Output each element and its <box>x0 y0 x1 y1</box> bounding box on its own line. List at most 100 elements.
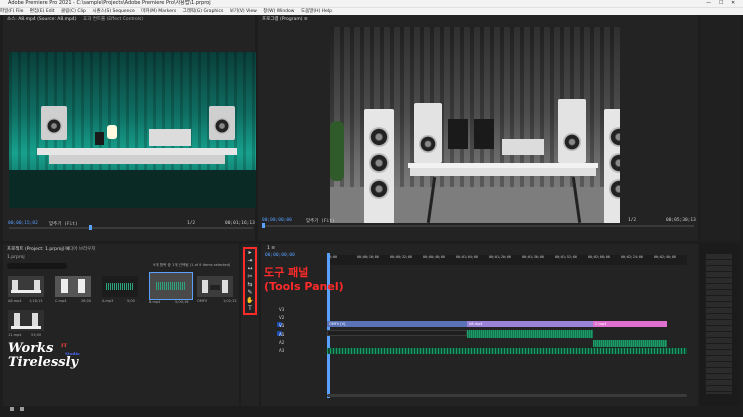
timeline-timecode[interactable]: 00;00;00;00 <box>265 253 295 258</box>
program-page-indicator: 1/2 <box>628 218 637 223</box>
track-label-a3[interactable]: A3 <box>279 348 284 353</box>
source-timecode-current[interactable]: 00;00;15;02 <box>8 221 38 226</box>
program-monitor-tab[interactable]: 프로그램 (Program) ≡ <box>262 16 308 22</box>
project-item-thumbnail[interactable] <box>8 276 44 297</box>
project-item-name: B.mp4 <box>149 300 161 304</box>
menu-markers[interactable]: 마커(M) Markers <box>141 9 176 14</box>
annotation-korean: 도구 패널 <box>264 266 309 279</box>
slip-tool-icon[interactable]: ⇆ <box>246 281 254 288</box>
project-search-input[interactable] <box>7 263 67 269</box>
menu-graphics[interactable]: 그래픽(G) Graphics <box>183 9 224 14</box>
project-item-thumbnail-selected[interactable] <box>149 272 193 300</box>
audio-meter <box>706 254 732 394</box>
track-label-v2[interactable]: V2 <box>279 315 284 320</box>
menu-edit[interactable]: 편집(E) Edit <box>30 9 55 14</box>
right-side-panel <box>700 15 740 241</box>
watermark-logo: Works Tirelessly IT Studio <box>8 342 98 382</box>
watermark-line2: Tirelessly <box>8 355 79 370</box>
menu-sequence[interactable]: 시퀀스(S) Sequence <box>92 9 134 14</box>
timeline-clip[interactable]: OMFV [V] <box>327 321 467 327</box>
window-title: Adobe Premiere Pro 2021 - C:\sample\Proj… <box>8 0 211 6</box>
program-video-frame <box>330 27 620 223</box>
project-item-thumbnail[interactable] <box>8 310 44 331</box>
menu-help[interactable]: 도움말(H) Help <box>301 9 332 14</box>
project-item-thumbnail[interactable] <box>102 276 138 297</box>
program-monitor-panel: 프로그램 (Program) ≡ 00;00;00;00 맞추기 (Fit) 1… <box>258 15 698 262</box>
source-scrub-bar[interactable] <box>9 227 253 229</box>
source-page-indicator: 1/2 <box>187 221 196 226</box>
source-playhead[interactable] <box>89 225 92 230</box>
ruler-label: 00;01;20;00 <box>489 255 511 259</box>
watermark-line1: Works <box>8 341 54 356</box>
program-timecode-current[interactable]: 00;00;00;00 <box>262 218 292 223</box>
project-item-thumbnail[interactable] <box>55 276 91 297</box>
audio-clip-a2-waveform[interactable] <box>593 340 667 347</box>
audio-clip-a1[interactable] <box>327 330 467 336</box>
selection-tool-icon[interactable]: ▸ <box>246 249 254 256</box>
timeline-clip[interactable]: C.mp4 <box>593 321 667 327</box>
program-fit-dropdown[interactable]: 맞추기 (Fit) <box>306 218 335 224</box>
ruler-label: 00;00;32;00 <box>390 255 412 259</box>
minimize-button[interactable]: — <box>706 0 711 7</box>
track-label-v3[interactable]: V3 <box>279 307 284 312</box>
project-item-name: A8.mp4 <box>8 299 22 303</box>
media-browser-tab[interactable]: 미디어 브라우저 <box>65 246 95 252</box>
maximize-button[interactable]: ☐ <box>719 0 723 7</box>
amplifier <box>149 129 191 146</box>
project-tab[interactable]: 프로젝트 (Project: 1.prproj) ≡ <box>7 246 70 252</box>
title-bar: Adobe Premiere Pro 2021 - C:\sample\Proj… <box>0 0 743 7</box>
project-item-name: OMFV <box>197 299 208 303</box>
type-tool-icon[interactable]: T <box>246 305 254 312</box>
watermark-sub: Studio <box>65 351 80 356</box>
project-item-name: 11.mp4 <box>8 333 22 337</box>
source-timecode-duration: 00;01;16;13 <box>225 221 255 226</box>
timeline-ruler[interactable]: 00;00 00;00;16;00 00;00;32;00 00;00;48;0… <box>327 255 687 265</box>
ruler-label: 00;00;16;00 <box>357 255 379 259</box>
ruler-label: 00;01;04;00 <box>456 255 478 259</box>
razor-tool-icon[interactable]: ✂ <box>246 273 254 280</box>
program-scrub-bar[interactable] <box>262 225 694 227</box>
menu-clip[interactable]: 클립(C) Clip <box>61 9 86 14</box>
timeline-horizontal-scrollbar[interactable] <box>327 394 687 397</box>
program-playhead[interactable] <box>262 223 265 228</box>
track-label-a1[interactable]: A1 <box>279 332 284 337</box>
source-video-frame <box>9 52 256 208</box>
project-item-duration: 1;02;13 <box>223 299 237 303</box>
project-item-thumbnail[interactable] <box>197 276 233 297</box>
project-item-name: A.mp3 <box>102 299 114 303</box>
timeline-tab[interactable]: 1 ≡ <box>267 246 275 251</box>
cabinet-top <box>37 148 237 155</box>
program-timecode-duration: 00;05;30;13 <box>666 218 696 223</box>
ripple-edit-tool-icon[interactable]: ↔ <box>246 265 254 272</box>
menu-window[interactable]: 창(W) Window <box>263 9 294 14</box>
audio-clip-a1-waveform[interactable] <box>467 330 593 338</box>
project-file-label: 1.prproj <box>7 255 25 260</box>
source-monitor-tab[interactable]: 소스: A8.mp4 (Source: A8.mp4) <box>7 16 77 22</box>
project-item-duration: 5;00 <box>127 299 135 303</box>
project-item-duration: 53;00 <box>31 333 42 337</box>
audio-clip-a3-waveform[interactable] <box>327 348 687 354</box>
menu-view[interactable]: 보기(V) View <box>230 9 257 14</box>
track-label-v1[interactable]: V1 <box>279 323 284 328</box>
ruler-label: 00;01;36;00 <box>522 255 544 259</box>
menu-bar: 파일(F) File 편집(E) Edit 클립(C) Clip 시퀀스(S) … <box>0 7 743 15</box>
effect-controls-tab[interactable]: 효과 컨트롤 (Effect Controls) <box>83 16 143 22</box>
close-button[interactable]: ✕ <box>731 0 735 7</box>
menu-file[interactable]: 파일(F) File <box>0 9 23 14</box>
project-bottom-toolbar <box>7 398 237 411</box>
track-label-a2[interactable]: A2 <box>279 340 284 345</box>
pen-tool-icon[interactable]: ✎ <box>246 289 254 296</box>
ruler-label: 00;02;08;00 <box>588 255 610 259</box>
timeline-panel: 1 ≡ 00;00;00;00 00;00 00;00;16;00 00;00;… <box>261 244 698 406</box>
project-item-duration: 1;16;13 <box>29 299 43 303</box>
ruler-label: 00;00;48;00 <box>423 255 445 259</box>
hand-tool-icon[interactable]: ✋ <box>246 297 254 304</box>
tools-panel-annotation: 도구 패널 (Tools Panel) <box>264 266 344 294</box>
track-select-tool-icon[interactable]: ⇥ <box>246 257 254 264</box>
ruler-label: 00;02;40;00 <box>654 255 676 259</box>
project-item-name: C.mp4 <box>55 299 67 303</box>
audio-meters-panel <box>700 244 740 406</box>
project-panel: 프로젝트 (Project: 1.prproj) ≡ 미디어 브라우저 1.pr… <box>3 244 239 411</box>
timeline-clip[interactable]: A8.mp4 <box>467 321 593 327</box>
project-item-duration: 26;00 <box>81 299 92 303</box>
